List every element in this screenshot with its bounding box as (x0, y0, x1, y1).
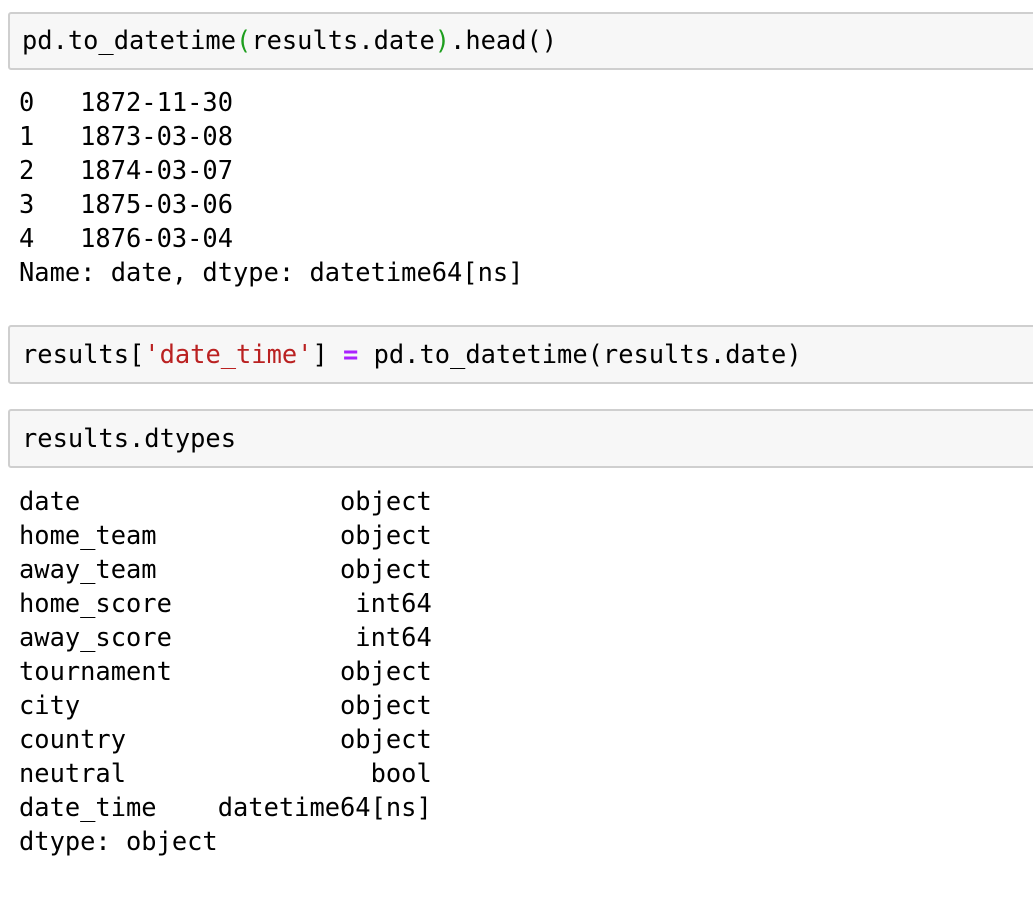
code-line: pd.to_datetime(results.date).head() (22, 24, 558, 55)
code-token-paren: ( (236, 24, 252, 55)
code-token: pd.to_datetime (22, 24, 237, 55)
code-token: results.date (251, 24, 435, 55)
code-token: results[ (22, 338, 145, 369)
output-line: 2 1874-03-07 (19, 155, 234, 185)
code-token: ] (312, 338, 344, 369)
code-cell-3-input[interactable]: results.dtypes (8, 409, 1033, 468)
code-line: results['date_time'] = pd.to_datetime(re… (22, 341, 802, 366)
code-cell-2-input[interactable]: results['date_time'] = pd.to_datetime(re… (8, 325, 1033, 384)
output-line: dtype: object (19, 826, 218, 856)
output-line: home_team object (19, 520, 432, 550)
output-line: 0 1872-11-30 (19, 87, 234, 117)
code-token: results.dtypes (22, 422, 237, 453)
output-line: away_team object (19, 554, 432, 584)
output-line: 3 1875-03-06 (19, 189, 234, 219)
output-line: neutral bool (19, 758, 432, 788)
code-cell-1-input[interactable]: pd.to_datetime(results.date).head() (8, 12, 1033, 70)
code-token-string: 'date_time' (144, 338, 313, 369)
code-token: .head() (450, 24, 558, 55)
output-line: city object (19, 690, 432, 720)
output-line: Name: date, dtype: datetime64[ns] (19, 257, 524, 287)
code-token: pd.to_datetime(results.date) (358, 338, 802, 369)
output-line: date object (19, 486, 432, 516)
code-token-paren: ) (434, 24, 451, 55)
output-line: 1 1873-03-08 (19, 121, 234, 151)
code-token-operator: = (343, 338, 359, 369)
output-line: country object (19, 724, 432, 754)
output-line: home_score int64 (19, 588, 432, 618)
output-line: away_score int64 (19, 622, 432, 652)
code-line: results.dtypes (22, 425, 236, 450)
output-line: tournament object (19, 656, 432, 686)
output-line: 4 1876-03-04 (19, 223, 234, 253)
output-line: date_time datetime64[ns] (19, 792, 432, 822)
